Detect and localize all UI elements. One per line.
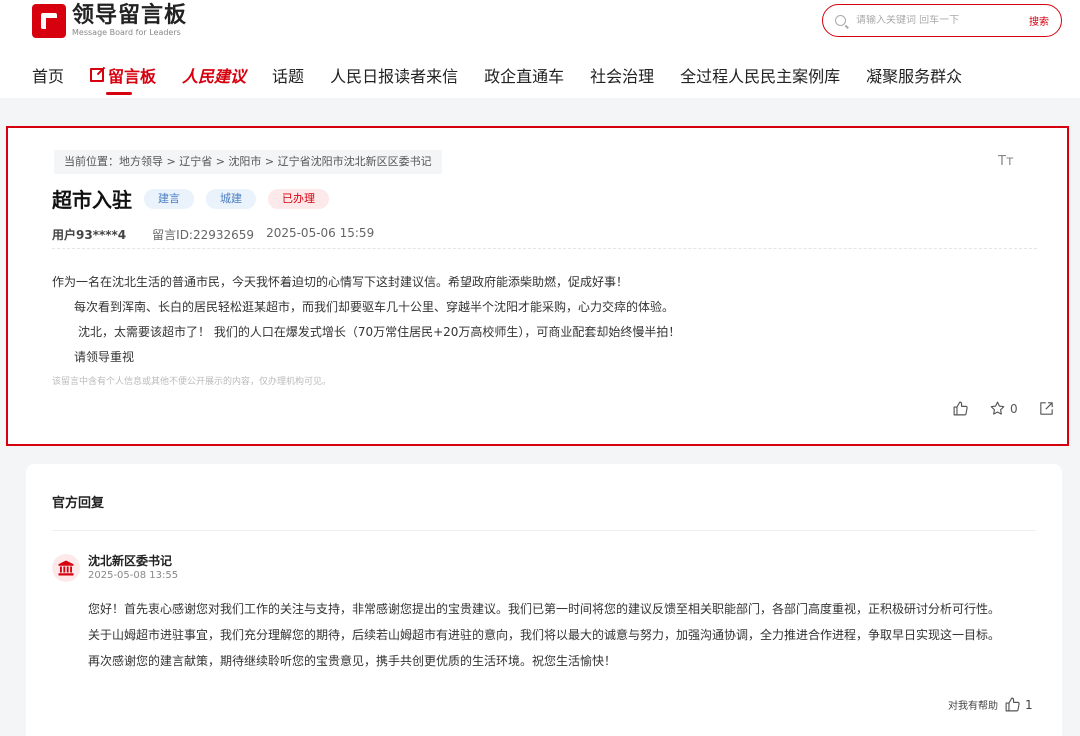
- tag-urban: 城建: [206, 188, 256, 209]
- like-button[interactable]: [952, 400, 969, 417]
- site-logo[interactable]: 领导留言板 Message Board for Leaders: [32, 4, 187, 38]
- privacy-notice: 该留言中含有个人信息或其他不便公开展示的内容，仅办理机构可见。: [52, 377, 332, 387]
- main-nav: 首页 留言板 人民建议 话题 人民日报读者来信 政企直通车 社会治理 全过程人民…: [32, 62, 988, 95]
- logo-title: 领导留言板: [72, 3, 188, 28]
- reply-body: 您好！首先衷心感谢您对我们工作的关注与支持，非常感谢您提出的宝贵建议。我们已第一…: [88, 596, 1056, 674]
- logo-subtitle: Message Board for Leaders: [72, 28, 181, 37]
- status-badge: 已办理: [268, 188, 329, 209]
- nav-topics[interactable]: 话题: [272, 63, 304, 87]
- breadcrumb: 当前位置：地方领导 > 辽宁省 > 沈阳市 > 辽宁省沈阳市沈北新区区委书记: [54, 150, 442, 174]
- message-title: 超市入驻: [52, 188, 132, 212]
- reply-paragraph: 关于山姆超市进驻事宜，我们充分理解您的期待，后续若山姆超市有进驻的意向，我们将以…: [88, 628, 1001, 642]
- tag-suggestion: 建言: [144, 188, 194, 209]
- star-icon: [990, 401, 1005, 415]
- helpful-count: 1: [1025, 697, 1033, 712]
- favorite-count: 0: [1010, 401, 1018, 416]
- nav-home[interactable]: 首页: [32, 63, 64, 87]
- search-input[interactable]: [856, 15, 1006, 26]
- helpful-button[interactable]: 对我有帮助 1: [948, 696, 1033, 713]
- search-box: 搜索: [822, 4, 1062, 37]
- message-id: 留言ID:22932659: [152, 228, 255, 242]
- title-row: 超市入驻 建言 城建 已办理: [52, 184, 341, 213]
- reply-date: 2025-05-08 13:55: [88, 570, 179, 581]
- nav-gov-enterprise[interactable]: 政企直通车: [484, 63, 564, 87]
- reply-paragraph: 再次感谢您的建言献策，期待继续聆听您的宝贵意见，携手共创更优质的生活环境。祝您生…: [88, 654, 617, 668]
- thumbs-up-icon: [953, 401, 968, 416]
- message-paragraph: 作为一名在沈北生活的普通市民，今天我怀着迫切的心情写下这封建议信。希望政府能添柴…: [52, 275, 629, 289]
- font-size-icon[interactable]: Tт: [998, 154, 1014, 169]
- search-icon: [835, 15, 846, 26]
- government-building-icon: [58, 560, 74, 576]
- share-button[interactable]: [1038, 400, 1055, 417]
- message-user: 用户93****4: [52, 228, 127, 242]
- nav-serve-masses[interactable]: 凝聚服务群众: [866, 63, 962, 87]
- message-meta: 用户93****4 留言ID:22932659 2025-05-06 15:59: [52, 226, 374, 243]
- favorite-button[interactable]: 0: [989, 400, 1018, 417]
- site-header: 领导留言板 Message Board for Leaders 搜索 首页 留言…: [0, 0, 1080, 98]
- helpful-label: 对我有帮助: [948, 701, 998, 712]
- avatar: [52, 554, 80, 582]
- message-paragraph: 沈北，太需要该超市了！ 我们的人口在爆发式增长（70万常住居民+20万高校师生）…: [78, 325, 681, 339]
- message-actions: 0: [932, 400, 1055, 417]
- search-button[interactable]: 搜索: [1029, 13, 1049, 28]
- reply-org-name: 沈北新区委书记: [88, 554, 173, 568]
- nav-message-board-label: 留言板: [108, 67, 157, 86]
- official-reply-card: 官方回复 沈北新区委书记 2025-05-08 13:55 您好！首先衷心感谢您…: [26, 464, 1062, 736]
- logo-mark-icon: [32, 4, 66, 38]
- message-card: 当前位置：地方领导 > 辽宁省 > 沈阳市 > 辽宁省沈阳市沈北新区区委书记 T…: [6, 126, 1069, 446]
- message-paragraph: 每次看到浑南、长白的居民轻松逛某超市，而我们却要驱车几十公里、穿越半个沈阳才能采…: [74, 300, 675, 314]
- nav-democracy-cases[interactable]: 全过程人民民主案例库: [680, 63, 840, 87]
- thumbs-up-icon: [1005, 697, 1020, 712]
- nav-message-board[interactable]: 留言板: [90, 63, 157, 95]
- share-icon: [1039, 402, 1053, 415]
- message-body: 作为一名在沈北生活的普通市民，今天我怀着迫切的心情写下这封建议信。希望政府能添柴…: [52, 270, 1032, 370]
- edit-icon: [90, 68, 105, 82]
- reply-heading: 官方回复: [52, 496, 105, 511]
- nav-people-suggest[interactable]: 人民建议: [182, 63, 246, 87]
- nav-social-governance[interactable]: 社会治理: [590, 63, 654, 87]
- divider: [52, 248, 1037, 249]
- nav-reader-letters[interactable]: 人民日报读者来信: [330, 63, 458, 87]
- message-datetime: 2025-05-06 15:59: [266, 226, 375, 240]
- reply-paragraph: 您好！首先衷心感谢您对我们工作的关注与支持，非常感谢您提出的宝贵建议。我们已第一…: [88, 602, 1001, 616]
- divider: [52, 530, 1036, 531]
- message-paragraph: 请领导重视: [74, 350, 135, 364]
